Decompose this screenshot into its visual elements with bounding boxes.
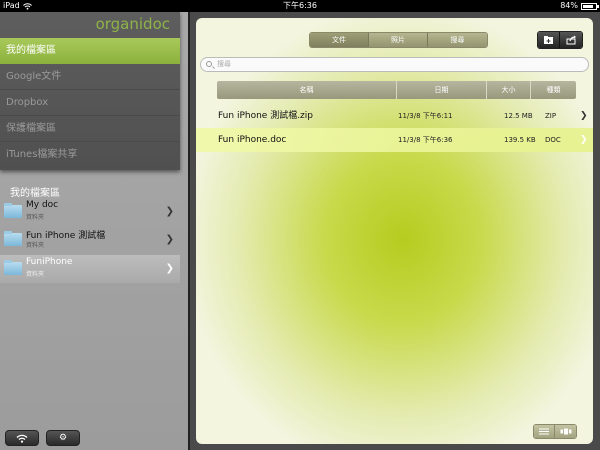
column-header-size[interactable]: 大小 xyxy=(487,81,531,99)
main-area: 文件 照片 搜尋 搜尋 名稱 日期 大小 種類 Fun iPhone 測試檔.z… xyxy=(190,12,600,450)
file-type: DOC xyxy=(545,136,561,144)
column-header-type[interactable]: 種類 xyxy=(531,81,576,99)
app-logo: organidoc xyxy=(95,15,170,33)
file-name: Fun iPhone 測試檔.zip xyxy=(218,111,313,121)
search-input[interactable]: 搜尋 xyxy=(200,57,589,72)
chevron-right-icon: ❯ xyxy=(165,206,174,217)
share-button[interactable] xyxy=(560,32,582,48)
folder-subtitle: 資料夾 xyxy=(26,271,45,278)
battery-percent: 84% xyxy=(560,1,578,10)
folder-icon xyxy=(4,231,22,246)
status-bar: iPad 下午6:36 84% xyxy=(0,0,600,12)
sidebar: organidoc 我的檔案區 Google文件 Dropbox 保護檔案區 i… xyxy=(0,12,188,450)
folder-row-my-doc[interactable]: My doc 資料夾 ❯ xyxy=(0,198,180,226)
folder-subtitle: 資料夾 xyxy=(26,242,45,249)
new-folder-button[interactable] xyxy=(538,32,560,48)
tab-search[interactable]: 搜尋 xyxy=(428,33,487,47)
toolbar-actions xyxy=(537,31,583,49)
folder-row-funiphone[interactable]: FuniPhone 資料夾 ❯ xyxy=(0,255,180,283)
menu-item-my-files[interactable]: 我的檔案區 xyxy=(0,38,180,64)
tab-photos[interactable]: 照片 xyxy=(369,33,428,47)
search-placeholder: 搜尋 xyxy=(217,60,231,68)
table-row[interactable]: Fun iPhone 測試檔.zip 11/3/8 下午6:11 12.5 MB… xyxy=(196,104,593,128)
battery-icon xyxy=(581,2,599,10)
chevron-right-icon[interactable]: ❯ xyxy=(580,128,588,152)
gear-icon: ⚙ xyxy=(58,433,68,443)
folder-subtitle: 資料夾 xyxy=(26,214,45,221)
folder-name: FuniPhone xyxy=(26,257,73,267)
menu-item-itunes-share[interactable]: iTunes檔案共享 xyxy=(0,142,180,168)
chevron-right-icon: ❯ xyxy=(165,234,174,245)
coverflow-view-button[interactable] xyxy=(555,425,576,438)
file-date: 11/3/8 下午6:36 xyxy=(398,136,453,144)
file-date: 11/3/8 下午6:11 xyxy=(398,112,453,120)
file-type: ZIP xyxy=(545,112,557,120)
list-view-button[interactable] xyxy=(534,425,555,438)
view-mode-toggle xyxy=(533,424,577,439)
chevron-right-icon: ❯ xyxy=(165,263,174,274)
chevron-right-icon[interactable]: ❯ xyxy=(580,104,588,128)
share-icon xyxy=(566,35,576,45)
section-title: 我的檔案區 xyxy=(10,188,60,199)
view-segmented-control: 文件 照片 搜尋 xyxy=(309,32,488,48)
file-name: Fun iPhone.doc xyxy=(218,135,287,145)
menu-item-protected[interactable]: 保護檔案區 xyxy=(0,116,180,142)
battery-fill xyxy=(583,4,594,8)
menu-item-google-docs[interactable]: Google文件 xyxy=(0,64,180,90)
folder-icon xyxy=(4,203,22,218)
table-row[interactable]: Fun iPhone.doc 11/3/8 下午6:36 139.5 KB DO… xyxy=(196,128,593,152)
menu-item-dropbox[interactable]: Dropbox xyxy=(0,90,180,116)
column-header-name[interactable]: 名稱 xyxy=(217,81,397,99)
file-size: 12.5 MB xyxy=(504,112,533,120)
search-icon xyxy=(206,61,212,67)
status-right: 84% xyxy=(560,0,599,12)
folder-icon xyxy=(4,260,22,275)
folder-add-icon xyxy=(544,36,553,44)
file-panel: 文件 照片 搜尋 搜尋 名稱 日期 大小 種類 Fun iPhone 測試檔.z… xyxy=(196,18,593,444)
settings-button[interactable]: ⚙ xyxy=(46,430,80,446)
folder-row-fun-iphone-test[interactable]: Fun iPhone 測試檔 資料夾 ❯ xyxy=(0,226,180,254)
file-size: 139.5 KB xyxy=(504,136,536,144)
table-header: 名稱 日期 大小 種類 xyxy=(217,81,576,99)
status-time: 下午6:36 xyxy=(283,1,317,10)
folder-name: My doc xyxy=(26,200,59,210)
wifi-icon xyxy=(16,434,28,443)
tab-documents[interactable]: 文件 xyxy=(310,33,369,47)
wifi-share-button[interactable] xyxy=(5,430,39,446)
column-header-date[interactable]: 日期 xyxy=(397,81,487,99)
sidebar-menu: organidoc 我的檔案區 Google文件 Dropbox 保護檔案區 i… xyxy=(0,12,180,170)
list-icon xyxy=(539,428,549,435)
coverflow-icon xyxy=(560,428,571,435)
